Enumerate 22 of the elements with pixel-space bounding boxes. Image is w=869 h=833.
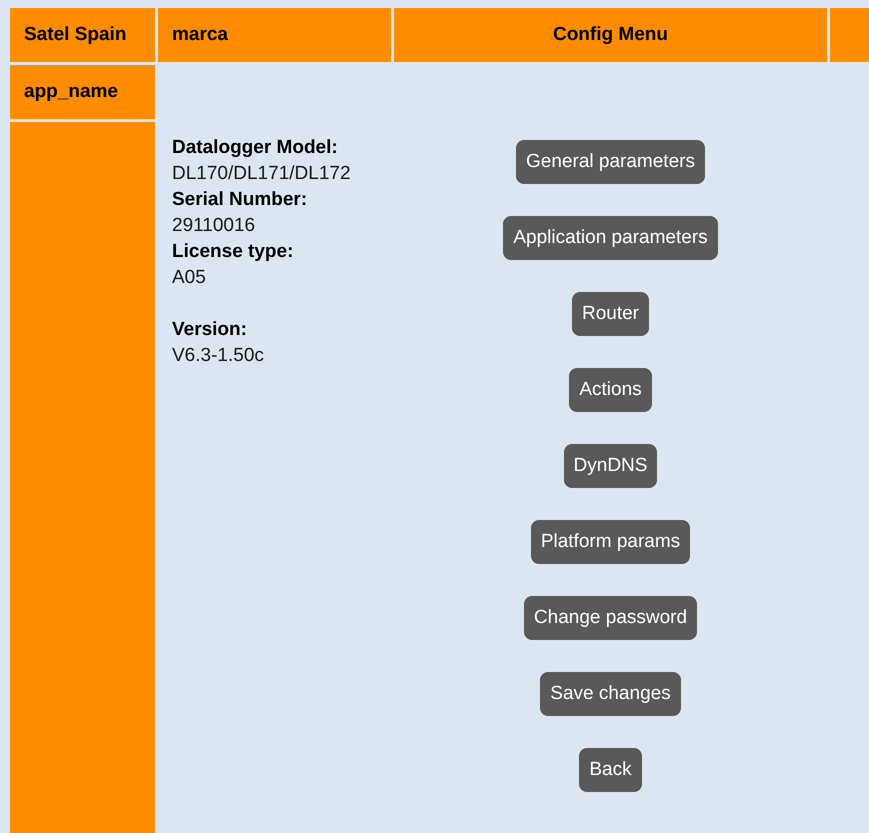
info-value: DL170/DL171/DL172 xyxy=(172,162,351,186)
menu-button[interactable]: Back xyxy=(579,748,642,792)
info-label: Version: xyxy=(172,318,247,342)
menu-button[interactable]: Application parameters xyxy=(503,216,718,260)
menu-button[interactable]: Save changes xyxy=(540,672,681,716)
info-value: V6.3-1.50c xyxy=(172,344,264,368)
menu-button[interactable]: Change password xyxy=(524,596,698,640)
menu-button[interactable]: Platform params xyxy=(530,520,690,564)
brand-cell: Satel Spain xyxy=(10,8,155,62)
app-name-cell: app_name xyxy=(10,65,155,119)
info-label: Datalogger Model: xyxy=(172,136,338,160)
info-label: License type: xyxy=(172,240,294,264)
info-value: 29110016 xyxy=(172,214,256,238)
info-value: A05 xyxy=(172,266,206,290)
header-cell xyxy=(830,8,869,62)
info-label: Serial Number: xyxy=(172,188,308,212)
menu-button[interactable]: Router xyxy=(572,292,650,336)
menu-button[interactable]: Actions xyxy=(569,368,652,412)
menu-button[interactable]: DynDNS xyxy=(564,444,658,488)
header-cell: marca xyxy=(158,8,391,62)
page-title: Config Menu xyxy=(394,8,827,62)
menu-button[interactable]: General parameters xyxy=(516,140,705,184)
